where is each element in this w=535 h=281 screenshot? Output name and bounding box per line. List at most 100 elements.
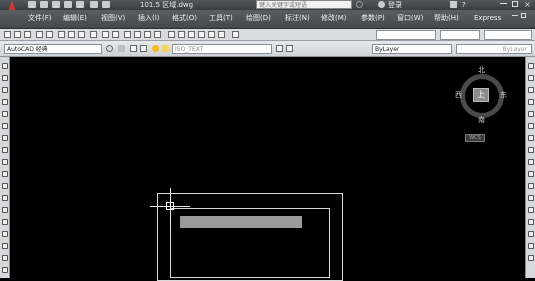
- login-label[interactable]: 登录: [388, 0, 402, 10]
- save-icon[interactable]: [24, 31, 31, 38]
- color-dropdown[interactable]: ByLayer: [372, 44, 452, 54]
- open-icon[interactable]: [14, 31, 21, 38]
- blend-icon[interactable]: [528, 243, 534, 249]
- menu-view[interactable]: 视图(V): [101, 13, 125, 23]
- table-icon[interactable]: [2, 267, 8, 273]
- ellipse-icon[interactable]: [2, 171, 8, 177]
- construction-line-icon[interactable]: [2, 75, 8, 81]
- undo-icon[interactable]: [90, 1, 98, 8]
- search-input[interactable]: 键入关键字或短语: [256, 0, 352, 9]
- sheet-set-icon[interactable]: [198, 31, 205, 38]
- match-properties-icon[interactable]: [90, 31, 97, 38]
- explode-icon[interactable]: [528, 255, 534, 261]
- cut-icon[interactable]: [58, 31, 65, 38]
- zoom-window-icon[interactable]: [144, 31, 151, 38]
- mirror-icon[interactable]: [528, 87, 534, 93]
- trim-icon[interactable]: [528, 171, 534, 177]
- array-icon[interactable]: [528, 111, 534, 117]
- extend-icon[interactable]: [528, 183, 534, 189]
- open-file-icon[interactable]: [40, 1, 48, 8]
- menu-modify[interactable]: 修改(M): [321, 13, 347, 23]
- layer-properties-icon[interactable]: [130, 45, 137, 52]
- plot-icon[interactable]: [76, 1, 84, 8]
- compass-south[interactable]: 南: [478, 116, 485, 124]
- paste-icon[interactable]: [78, 31, 85, 38]
- compass-east[interactable]: 东: [500, 91, 507, 99]
- menu-parametric[interactable]: 参数(P): [361, 13, 385, 23]
- menu-insert[interactable]: 插入(I): [138, 13, 160, 23]
- save-file-icon[interactable]: [52, 1, 60, 8]
- help-label[interactable]: ?: [462, 0, 466, 10]
- linetype-dropdown[interactable]: ByLayer: [456, 44, 532, 54]
- maximize-icon[interactable]: [512, 1, 518, 7]
- compass-west[interactable]: 西: [455, 91, 462, 99]
- move-icon[interactable]: [528, 123, 534, 129]
- redo-icon[interactable]: [102, 1, 110, 8]
- menu-draw[interactable]: 绘图(D): [246, 13, 271, 23]
- make-block-icon[interactable]: [2, 207, 8, 213]
- stretch-icon[interactable]: [528, 159, 534, 165]
- menu-edit[interactable]: 编辑(E): [63, 13, 87, 23]
- rectangle-icon[interactable]: [2, 111, 8, 117]
- viewcube-top-face[interactable]: 上: [473, 88, 489, 102]
- copy-icon[interactable]: [68, 31, 75, 38]
- menu-help[interactable]: 帮助(H): [434, 13, 459, 23]
- design-center-icon[interactable]: [178, 31, 185, 38]
- make-current-icon[interactable]: [276, 45, 283, 52]
- properties-icon[interactable]: [168, 31, 175, 38]
- menu-express[interactable]: Express: [474, 13, 501, 23]
- region-icon[interactable]: [2, 255, 8, 261]
- polygon-icon[interactable]: [2, 99, 8, 105]
- text-style-dropdown[interactable]: [376, 30, 436, 40]
- circle-icon[interactable]: [2, 135, 8, 141]
- revision-cloud-icon[interactable]: [2, 147, 8, 153]
- layer-freeze-sun-icon[interactable]: [162, 45, 169, 52]
- preview-icon[interactable]: [46, 31, 53, 38]
- pan-icon[interactable]: [124, 31, 131, 38]
- doc-minimize-icon[interactable]: [512, 15, 518, 16]
- menu-file[interactable]: 文件(F): [28, 13, 52, 23]
- search-icon[interactable]: [356, 1, 363, 8]
- layer-dropdown[interactable]: ISO_TEXT: [172, 44, 272, 54]
- menu-dimension[interactable]: 标注(N): [285, 13, 310, 23]
- exchange-icon[interactable]: [450, 1, 457, 8]
- insert-block-icon[interactable]: [2, 195, 8, 201]
- user-icon[interactable]: [378, 1, 385, 8]
- layer-state-icon[interactable]: [140, 45, 147, 52]
- menu-tools[interactable]: 工具(T): [209, 13, 233, 23]
- line-tool-icon[interactable]: [2, 63, 8, 69]
- offset-icon[interactable]: [528, 99, 534, 105]
- customize-icon[interactable]: [118, 45, 125, 52]
- new-file-icon[interactable]: [28, 1, 36, 8]
- dim-style-dropdown[interactable]: [440, 30, 480, 40]
- menu-window[interactable]: 窗口(W): [397, 13, 423, 23]
- tool-palettes-icon[interactable]: [188, 31, 195, 38]
- zoom-realtime-icon[interactable]: [134, 31, 141, 38]
- calculator-icon[interactable]: [218, 31, 225, 38]
- workspace-settings-icon[interactable]: [106, 45, 113, 52]
- hatch-icon[interactable]: [2, 231, 8, 237]
- close-icon[interactable]: ×: [524, 0, 531, 10]
- chamfer-icon[interactable]: [528, 219, 534, 225]
- help-tb-icon[interactable]: [232, 31, 239, 38]
- menu-format[interactable]: 格式(O): [172, 13, 197, 23]
- print-icon[interactable]: [36, 31, 43, 38]
- undo-tb-icon[interactable]: [102, 31, 109, 38]
- redo-tb-icon[interactable]: [112, 31, 119, 38]
- rotate-icon[interactable]: [528, 135, 534, 141]
- point-icon[interactable]: [2, 219, 8, 225]
- table-style-dropdown[interactable]: [484, 30, 532, 40]
- layer-on-bulb-icon[interactable]: [152, 45, 159, 52]
- wcs-menu[interactable]: WCS: [465, 134, 485, 142]
- fillet-icon[interactable]: [528, 231, 534, 237]
- spline-icon[interactable]: [2, 159, 8, 165]
- scale-icon[interactable]: [528, 147, 534, 153]
- polyline-icon[interactable]: [2, 87, 8, 93]
- arc-icon[interactable]: [2, 123, 8, 129]
- markup-icon[interactable]: [208, 31, 215, 38]
- copy-object-icon[interactable]: [528, 75, 534, 81]
- break-icon[interactable]: [528, 195, 534, 201]
- gradient-icon[interactable]: [2, 243, 8, 249]
- zoom-previous-icon[interactable]: [154, 31, 161, 38]
- minimize-icon[interactable]: [500, 3, 507, 4]
